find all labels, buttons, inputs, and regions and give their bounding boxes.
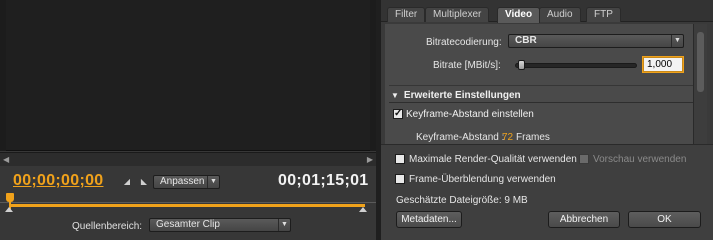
metadata-button[interactable]: Metadaten... [396,211,462,228]
use-preview-label: Vorschau verwenden [593,154,687,165]
video-frame [6,0,370,151]
video-preview [0,0,376,151]
scrollbar-thumb[interactable] [697,32,704,92]
source-monitor-panel: ◀ ▶ 00;00;00;00 ◢ ◣ Anpassen ▼ 00;01;15;… [0,0,376,240]
mark-out-icon[interactable]: ◣ [139,177,149,187]
advanced-settings-title: Erweiterte Einstellungen [403,90,521,101]
keyframe-distance-unit: Frames [516,132,550,143]
horizontal-scrollbar[interactable]: ◀ ▶ [0,152,376,166]
scroll-right-icon[interactable]: ▶ [367,156,373,164]
export-settings-panel: Filter Multiplexer Video Audio FTP Bitra… [381,0,713,240]
bitrate-encoding-dropdown[interactable]: CBR ▼ [508,34,684,48]
keyframe-checkbox-label[interactable]: Keyframe-Abstand einstellen [406,109,534,120]
chevron-down-icon: ▼ [671,35,683,47]
time-ruler[interactable] [0,193,376,212]
keyframe-distance-value[interactable]: 72 [502,132,513,143]
settings-tabs: Filter Multiplexer Video Audio FTP [381,0,713,23]
estimated-file-size: Geschätzte Dateigröße: 9 MB [396,195,528,206]
slider-handle[interactable] [518,60,525,70]
max-render-quality-label[interactable]: Maximale Render-Qualität verwenden [409,154,577,165]
duration-timecode: 00;01;15;01 [278,172,369,189]
zoom-fit-dropdown[interactable]: Anpassen ▼ [153,175,220,189]
advanced-settings-header[interactable]: ▼ Erweiterte Einstellungen [391,90,521,101]
scroll-left-icon[interactable]: ◀ [3,156,9,164]
chevron-down-icon: ▼ [207,176,219,188]
estimated-size-value: 9 MB [504,195,528,206]
bitrate-slider[interactable] [515,60,637,70]
in-point-marker-icon[interactable] [5,207,13,212]
mark-in-icon[interactable]: ◢ [122,177,132,187]
use-preview-checkbox [579,154,589,164]
settings-scroll-area: Bitratecodierung: CBR ▼ Bitrate [MBit/s]… [385,24,693,144]
source-range-dropdown[interactable]: Gesamter Clip ▼ [149,218,291,232]
keyframe-distance-label: Keyframe-Abstand : [416,132,505,143]
chevron-down-icon: ▼ [278,219,290,231]
estimated-size-label: Geschätzte Dateigröße: [396,195,502,206]
ok-button[interactable]: OK [628,211,701,228]
bitrate-encoding-value: CBR [515,35,537,46]
tab-ftp[interactable]: FTP [586,7,621,22]
source-range-value: Gesamter Clip [156,219,220,230]
bitrate-encoding-label: Bitratecodierung: [426,37,502,48]
source-range-label: Quellenbereich: [72,221,143,232]
work-area-bar[interactable] [10,204,365,207]
cancel-button[interactable]: Abbrechen [548,211,620,228]
current-timecode[interactable]: 00;00;00;00 [13,172,103,190]
playhead-icon[interactable] [6,193,14,209]
vertical-scrollbar[interactable] [693,24,707,144]
tab-audio[interactable]: Audio [539,7,581,22]
frame-blending-checkbox[interactable] [395,174,405,184]
tab-filter[interactable]: Filter [387,7,426,22]
bitrate-input[interactable]: 1,000 [643,57,683,72]
tab-video[interactable]: Video [497,7,541,23]
bitrate-label: Bitrate [MBit/s]: [433,60,501,71]
tab-multiplexer[interactable]: Multiplexer [425,7,490,22]
disclosure-triangle-icon[interactable]: ▼ [391,91,399,100]
ruler-baseline [0,202,376,203]
max-render-quality-checkbox[interactable] [395,154,405,164]
section-divider [389,85,693,86]
out-point-marker-icon[interactable] [359,207,367,212]
zoom-fit-value: Anpassen [160,176,205,187]
keyframe-distance-checkbox[interactable] [393,108,403,119]
export-footer: Maximale Render-Qualität verwenden Vorsc… [381,144,713,240]
frame-blending-label[interactable]: Frame-Überblendung verwenden [409,174,556,185]
